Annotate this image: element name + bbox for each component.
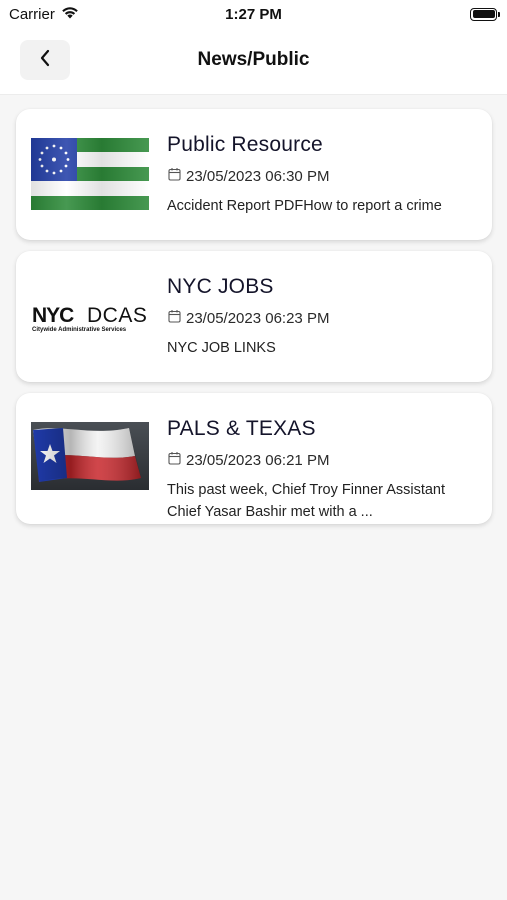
calendar-icon: [168, 167, 181, 185]
card-title: NYC JOBS: [167, 275, 274, 298]
card-date-text: 23/05/2023 06:23 PM: [186, 309, 330, 327]
texas-flag-image: [31, 422, 149, 494]
card-title: PALS & TEXAS: [167, 417, 316, 440]
card-date: 23/05/2023 06:23 PM: [168, 309, 329, 327]
news-card[interactable]: PALS & TEXAS 23/05/2023 06:21 PM This pa…: [16, 393, 492, 524]
card-date: 23/05/2023 06:21 PM: [168, 451, 329, 469]
news-card[interactable]: Public Resource 23/05/2023 06:30 PM Acci…: [16, 109, 492, 240]
card-title: Public Resource: [167, 133, 323, 156]
battery-icon: [470, 7, 500, 21]
card-description: NYC JOB LINKS: [167, 340, 276, 356]
card-date: 23/05/2023 06:30 PM: [168, 167, 329, 185]
news-card[interactable]: NYC DCAS Citywide Administrative Service…: [16, 251, 492, 382]
nyc-dcas-logo-image: NYC DCAS Citywide Administrative Service…: [31, 280, 149, 352]
nav-bar: News/Public: [0, 28, 507, 95]
status-left: Carrier: [9, 6, 79, 23]
logo-nyc-text: NYC: [32, 304, 74, 327]
status-bar: Carrier 1:27 PM: [0, 0, 507, 28]
logo-dcas-text: DCAS: [87, 304, 147, 327]
page-title: News/Public: [197, 49, 310, 70]
nyc-flag-image: [31, 138, 149, 210]
calendar-icon: [168, 451, 181, 469]
card-description: Accident Report PDFHow to report a crime: [167, 198, 442, 214]
news-list: Public Resource 23/05/2023 06:30 PM Acci…: [16, 109, 492, 535]
card-description: This past week, Chief Troy Finner Assist…: [167, 482, 446, 520]
carrier-label: Carrier: [9, 5, 55, 23]
card-date-text: 23/05/2023 06:30 PM: [186, 167, 330, 185]
wifi-icon: [61, 6, 79, 23]
card-date-text: 23/05/2023 06:21 PM: [186, 451, 330, 469]
logo-subtext: Citywide Administrative Services: [32, 327, 127, 333]
calendar-icon: [168, 309, 181, 327]
